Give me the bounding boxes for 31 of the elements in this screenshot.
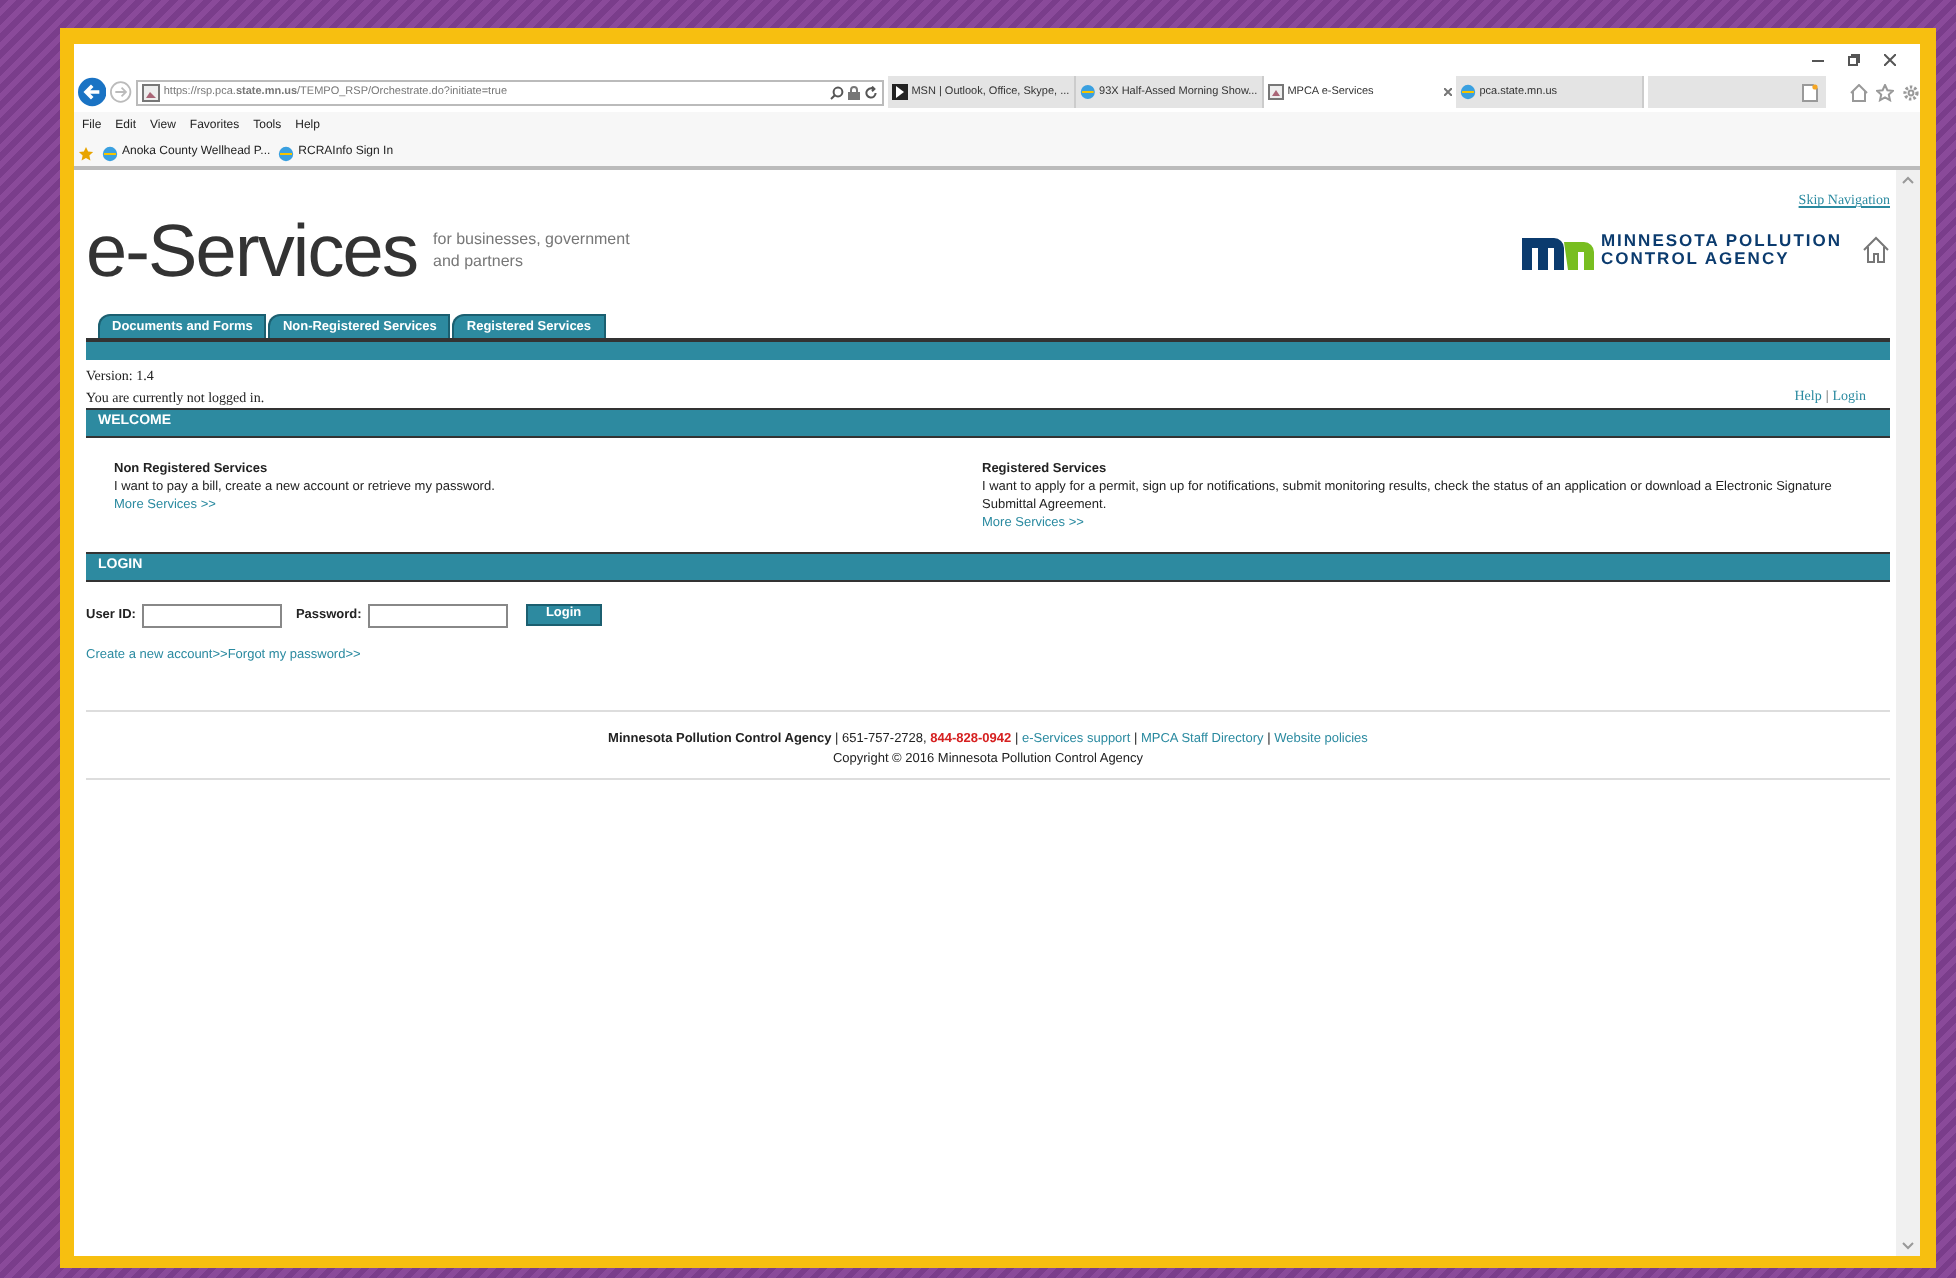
globe-icon — [1459, 84, 1476, 100]
close-tab-icon[interactable] — [1443, 88, 1452, 96]
back-icon[interactable] — [78, 76, 107, 108]
page-icon — [141, 83, 160, 101]
globe-icon — [1079, 84, 1096, 100]
close-icon[interactable] — [1884, 54, 1896, 66]
search-icon[interactable] — [829, 85, 844, 99]
logo-text: MINNESOTA POLLUTION — [1600, 232, 1842, 250]
password-field[interactable] — [367, 603, 508, 627]
refresh-icon[interactable] — [863, 85, 878, 99]
restore-icon[interactable] — [1848, 54, 1860, 66]
new-tab-button[interactable] — [1647, 76, 1826, 108]
favorites-star-icon[interactable] — [78, 145, 94, 161]
scroll-down-icon[interactable] — [1902, 1242, 1914, 1250]
home-icon[interactable] — [1862, 236, 1890, 264]
favorites-star-icon[interactable] — [1876, 83, 1894, 101]
site-title: e-Services — [86, 213, 418, 287]
user-id-field[interactable] — [141, 603, 282, 627]
new-tab-icon — [1802, 83, 1818, 101]
settings-icon[interactable] — [1902, 83, 1920, 101]
globe-icon — [278, 145, 295, 161]
forward-icon[interactable] — [110, 80, 132, 104]
page-icon — [1267, 84, 1284, 100]
home-icon[interactable] — [1850, 83, 1868, 101]
globe-icon — [102, 145, 118, 161]
scroll-up-icon[interactable] — [1902, 176, 1914, 184]
tagline-text: for businesses, government — [433, 228, 630, 250]
scrollbar[interactable] — [1896, 170, 1920, 1256]
logo-text: CONTROL AGENCY — [1600, 250, 1792, 268]
tagline-text: and partners — [433, 250, 525, 272]
lock-icon — [847, 85, 860, 99]
